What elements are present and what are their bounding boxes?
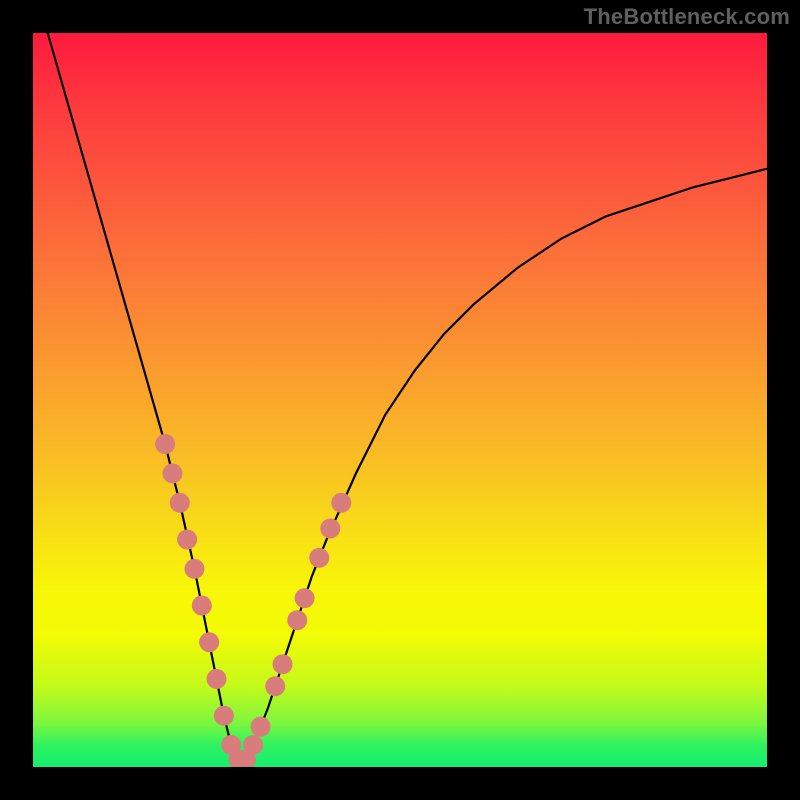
- watermark-text: TheBottleneck.com: [584, 4, 790, 30]
- curve-dot: [207, 669, 227, 689]
- curve-dot: [251, 717, 271, 737]
- curve-dot: [170, 493, 190, 513]
- curve-dot: [265, 676, 285, 696]
- curve-dot: [199, 632, 219, 652]
- curve-dot: [162, 463, 182, 483]
- curve-path: [48, 33, 767, 760]
- curve-dot: [243, 735, 263, 755]
- curve-dot: [287, 610, 307, 630]
- curve-dot: [184, 559, 204, 579]
- chart-svg: [33, 33, 767, 767]
- curve-dot: [295, 588, 315, 608]
- chart-frame: TheBottleneck.com: [0, 0, 800, 800]
- curve-dot: [177, 529, 197, 549]
- curve-dot: [273, 654, 293, 674]
- curve-dot: [155, 434, 175, 454]
- curve-dot: [331, 493, 351, 513]
- curve-dot: [320, 518, 340, 538]
- curve-dots-group: [155, 434, 351, 767]
- curve-dot: [214, 706, 234, 726]
- bottleneck-curve-line: [48, 33, 767, 760]
- curve-dot: [192, 596, 212, 616]
- curve-dot: [309, 548, 329, 568]
